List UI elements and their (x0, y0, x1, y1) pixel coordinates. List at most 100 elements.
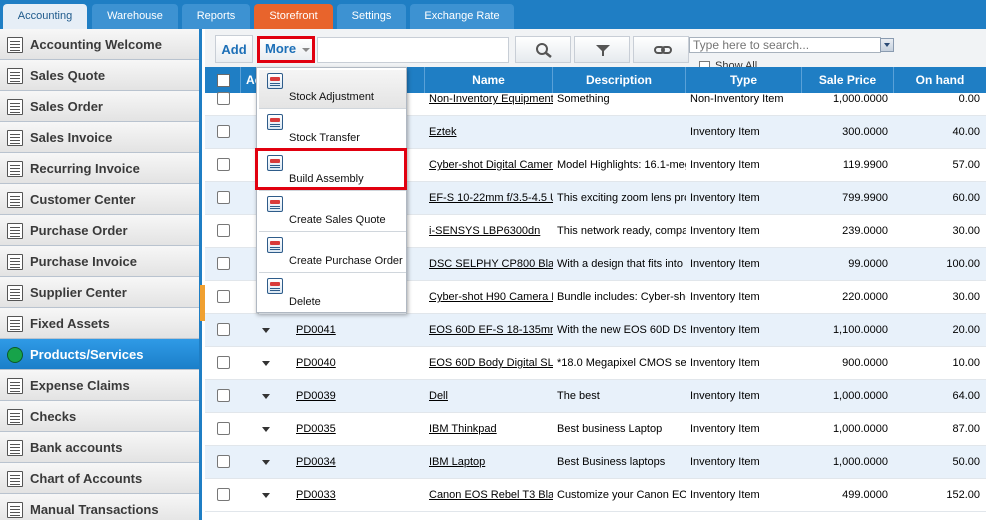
sidebar-item[interactable]: Accounting Welcome (0, 29, 199, 60)
row-checkbox[interactable] (217, 257, 230, 270)
row-name-link[interactable]: Cyber-shot H90 Camera Bu (429, 291, 553, 304)
table-row[interactable]: PD0039 Dell The best Inventory Item 1,000.00… (205, 380, 986, 413)
sidebar-item[interactable]: Supplier Center (0, 277, 199, 308)
row-code-link[interactable]: PD0034 (296, 456, 376, 469)
row-code-link[interactable]: PD0041 (296, 324, 376, 337)
table-row[interactable]: PD0041 EOS 60D EF-S 18-135mm I With the ne… (205, 314, 986, 347)
add-button[interactable]: Add (215, 35, 253, 63)
table-row[interactable]: PD0040 EOS 60D Body Digital SLR C *18.0 Me… (205, 347, 986, 380)
row-action-caret-icon[interactable] (262, 460, 270, 465)
menu-item[interactable]: Create Sales Quote (259, 193, 406, 232)
row-name-link[interactable]: Canon EOS Rebel T3 Black (429, 489, 553, 502)
row-on-hand: 0.00 (958, 93, 980, 105)
menu-item[interactable]: Stock Adjustment (259, 70, 406, 109)
table-row[interactable]: PD0033 Canon EOS Rebel T3 Black Customize … (205, 479, 986, 512)
row-type: Inventory Item (690, 357, 760, 369)
row-checkbox[interactable] (217, 191, 230, 204)
row-checkbox[interactable] (217, 389, 230, 402)
row-code-link[interactable]: PD0039 (296, 390, 376, 403)
row-sale-price: 1,100.0000 (832, 324, 888, 336)
row-checkbox[interactable] (217, 92, 230, 105)
row-sale-price: 799.9900 (842, 192, 888, 204)
row-name-link[interactable]: Eztek (429, 126, 553, 139)
sidebar-item[interactable]: Fixed Assets (0, 308, 199, 339)
sidebar-item[interactable]: Customer Center (0, 184, 199, 215)
sidebar-item-label: Manual Transactions (30, 502, 159, 517)
tab-warehouse[interactable]: Warehouse (92, 4, 178, 29)
tab-exchange-rate[interactable]: Exchange Rate (410, 4, 514, 29)
filter-button[interactable] (574, 36, 630, 63)
search-dropdown-button[interactable] (880, 38, 894, 52)
row-on-hand: 30.00 (952, 291, 980, 303)
row-action-caret-icon[interactable] (262, 394, 270, 399)
tab-settings[interactable]: Settings (337, 4, 406, 29)
sidebar-item-label: Checks (30, 409, 77, 424)
sidebar-item[interactable]: Purchase Order (0, 215, 199, 246)
row-name-link[interactable]: EOS 60D EF-S 18-135mm I (429, 324, 553, 337)
row-name-link[interactable]: Dell (429, 390, 553, 403)
menu-item[interactable]: Stock Transfer (259, 111, 406, 150)
row-checkbox[interactable] (217, 422, 230, 435)
search-input[interactable] (689, 37, 881, 53)
table-row[interactable]: PD0035 IBM Thinkpad Best business Laptop In… (205, 413, 986, 446)
row-checkbox[interactable] (217, 125, 230, 138)
row-sale-price: 239.0000 (842, 225, 888, 237)
row-code-link[interactable]: PD0035 (296, 423, 376, 436)
row-name-link[interactable]: IBM Laptop (429, 456, 553, 469)
row-checkbox[interactable] (217, 224, 230, 237)
row-checkbox[interactable] (217, 356, 230, 369)
row-code-link[interactable]: PD0040 (296, 357, 376, 370)
sidebar-item[interactable]: Products/Services (0, 339, 199, 370)
sidebar-item[interactable]: Chart of Accounts (0, 463, 199, 494)
row-checkbox[interactable] (217, 455, 230, 468)
row-name-link[interactable]: EOS 60D Body Digital SLR C (429, 357, 553, 370)
form-document-icon (267, 73, 283, 89)
link-button[interactable] (633, 36, 689, 63)
tab-accounting[interactable]: Accounting (3, 4, 87, 29)
menu-item[interactable]: Create Purchase Order (259, 234, 406, 273)
sidebar-item[interactable]: Sales Invoice (0, 122, 199, 153)
row-name-link[interactable]: DSC SELPHY CP800 Black (429, 258, 553, 271)
row-checkbox[interactable] (217, 290, 230, 303)
supplier-center-icon (7, 285, 23, 301)
row-on-hand: 64.00 (952, 390, 980, 402)
row-checkbox[interactable] (217, 323, 230, 336)
sidebar-item[interactable]: Recurring Invoice (0, 153, 199, 184)
purchase-order-icon (7, 223, 23, 239)
row-action-caret-icon[interactable] (262, 328, 270, 333)
row-action-caret-icon[interactable] (262, 361, 270, 366)
more-button[interactable]: More (257, 36, 315, 63)
sidebar-item[interactable]: Manual Transactions (0, 494, 199, 520)
sidebar-item[interactable]: Expense Claims (0, 370, 199, 401)
row-name-link[interactable]: i-SENSYS LBP6300dn (429, 225, 553, 238)
sidebar-item[interactable]: Checks (0, 401, 199, 432)
sidebar-item-label: Purchase Order (30, 223, 128, 238)
tab-storefront[interactable]: Storefront (254, 4, 333, 29)
top-tab-bar: Accounting Warehouse Reports Storefront … (0, 0, 986, 29)
row-action-caret-icon[interactable] (262, 427, 270, 432)
row-code-link[interactable]: PD0033 (296, 489, 376, 502)
row-name-link[interactable]: Non-Inventory Equipment (429, 93, 553, 106)
sidebar-item-label: Sales Order (30, 99, 103, 114)
row-checkbox[interactable] (217, 488, 230, 501)
menu-item[interactable]: Delete (259, 275, 406, 314)
row-on-hand: 40.00 (952, 126, 980, 138)
sidebar-item[interactable]: Bank accounts (0, 432, 199, 463)
row-sale-price: 119.9900 (842, 159, 888, 171)
sidebar-item[interactable]: Sales Order (0, 91, 199, 122)
checks-icon (7, 409, 23, 425)
row-name-link[interactable]: Cyber-shot Digital Camera (429, 159, 553, 172)
tab-reports[interactable]: Reports (182, 4, 250, 29)
menu-item-label: Stock Transfer (289, 132, 360, 144)
row-name-link[interactable]: IBM Thinkpad (429, 423, 553, 436)
sidebar-item[interactable]: Purchase Invoice (0, 246, 199, 277)
row-checkbox[interactable] (217, 158, 230, 171)
table-row[interactable]: PD0034 IBM Laptop Best Business laptops Inv… (205, 446, 986, 479)
fixed-assets-icon (7, 316, 23, 332)
row-name-link[interactable]: EF-S 10-22mm f/3.5-4.5 U (429, 192, 553, 205)
sidebar-item[interactable]: Sales Quote (0, 60, 199, 91)
toolbar-blank-field[interactable] (317, 37, 509, 63)
search-button[interactable] (515, 36, 571, 63)
row-action-caret-icon[interactable] (262, 493, 270, 498)
row-on-hand: 50.00 (952, 456, 980, 468)
